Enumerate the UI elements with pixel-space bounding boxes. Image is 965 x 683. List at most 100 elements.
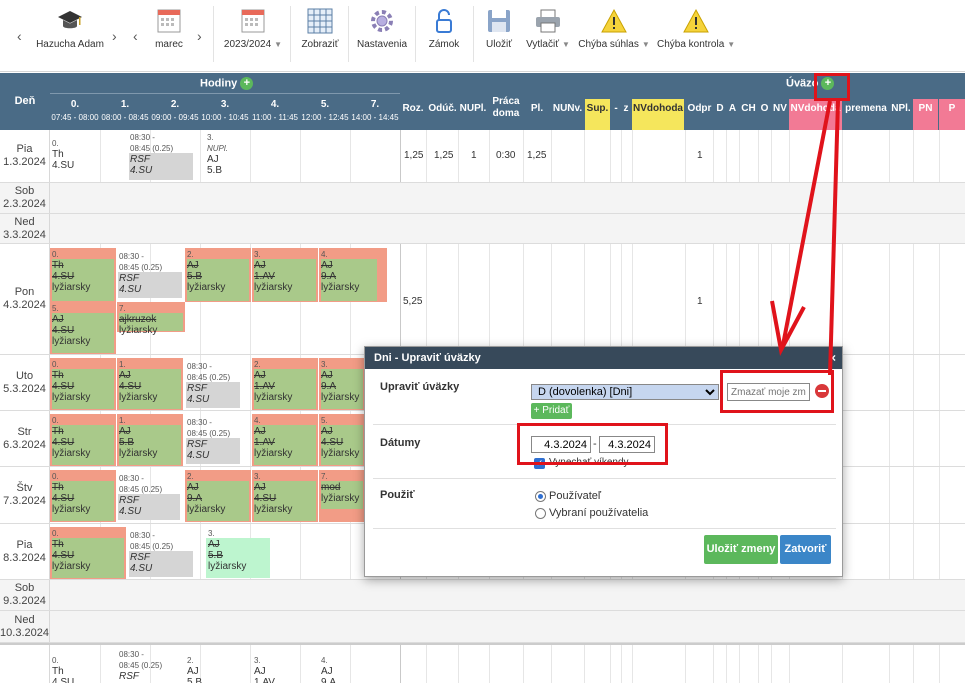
header-col-o: O (760, 103, 769, 114)
table-row[interactable]: Pia 1.3.2024 0. Th 4.SU 08:30 -08:45 (0.25)… (0, 130, 965, 183)
lesson-cell[interactable]: 7. mod lyžiarsky (321, 471, 359, 504)
toolbar-separator (415, 6, 416, 62)
lesson-cell[interactable]: 0. Th 4.SU lyžiarsky (52, 528, 90, 572)
lesson-cell[interactable]: 3. AJ 5.B lyžiarsky (208, 528, 246, 572)
show-button[interactable]: Zobraziť (298, 8, 342, 50)
annotation-box (517, 423, 668, 465)
lesson-cell[interactable]: 1. AJ 4.SU lyžiarsky (119, 359, 157, 403)
close-icon[interactable]: × (829, 347, 836, 369)
day-cell: Str 6.3.2024 (0, 411, 50, 466)
day-cell: Pia 8.3.2024 (0, 524, 50, 579)
value-praca: 0:30 (496, 150, 516, 161)
lesson-cell[interactable]: 2. AJ 5.B lyžiarsky (187, 249, 225, 293)
save-changes-button[interactable]: Uložiť zmeny (704, 535, 778, 564)
lock-button[interactable]: Zámok (424, 8, 464, 50)
missing-control-label: Chýba kontrola (657, 39, 725, 50)
missing-control-button[interactable]: Chýba kontrola ▼ (657, 8, 735, 50)
lesson-cell[interactable]: 3. AJ 4.SU lyžiarsky (254, 471, 292, 515)
rsf-cell[interactable]: 08:30 -08:45 (0.25) RSF 4.SU (119, 473, 162, 517)
next-teacher-arrow[interactable]: › (112, 28, 117, 44)
header-col-nupl: NUPl. (459, 103, 487, 114)
header-lesson-0: 0. 07:45 - 08:00 (51, 99, 99, 122)
table-row[interactable]: 0. Th 4.SU 08:30 -08:45 (0.25) RSF 2. AJ 5.B … (0, 643, 965, 683)
lesson-cell[interactable]: 0. Th 4.SU (52, 138, 74, 171)
print-button[interactable]: Vytlačiť ▼ (525, 8, 571, 50)
radio-dot (535, 507, 546, 519)
rsf-cell[interactable]: 08:30 -08:45 (0.25) RSF (119, 649, 162, 682)
toolbar-separator (473, 6, 474, 62)
year-selector[interactable]: 2023/2024 ▼ (222, 8, 284, 50)
add-hour-plus-icon[interactable]: + (240, 77, 254, 90)
missing-consent-label: Chýba súhlas (578, 39, 639, 50)
uvazok-type-select[interactable]: D (dovolenka) [Dni] (531, 384, 719, 400)
teacher-name: Hazucha Adam (36, 39, 104, 50)
lesson-cell[interactable]: 7. ajkruzok lyžiarsky (119, 303, 157, 336)
header-col-nv: NV (773, 103, 787, 114)
lesson-cell[interactable]: 2. AJ 5.B (187, 655, 202, 683)
lesson-cell[interactable]: 2. AJ 1.AV lyžiarsky (254, 359, 292, 403)
lesson-cell[interactable]: 3. AJ 1.AV lyžiarsky (254, 249, 292, 293)
calendar-icon (241, 9, 265, 33)
day-cell: Ned 10.3.2024 (0, 611, 50, 642)
next-month-arrow[interactable]: › (197, 28, 202, 44)
missing-consent-button[interactable]: Chýba súhlas ▼ (578, 8, 650, 50)
lesson-cell[interactable]: 3. NUPl. AJ 5.B (207, 132, 228, 176)
value-roz: 1,25 (404, 150, 424, 161)
table-row[interactable]: Pon 4.3.2024 0. Th 4.SU lyžiarsky 08:30 -08:… (0, 244, 965, 355)
warning-icon (683, 8, 709, 33)
rsf-cell[interactable]: 08:30 -08:45 (0.25) RSF 4.SU (119, 251, 162, 295)
floppy-disk-icon (488, 10, 510, 32)
header-col-a: A (728, 103, 737, 114)
header-lesson-2: 2. 09:00 - 09:45 (151, 99, 199, 122)
rsf-cell[interactable]: 08:30 -08:45 (0.25) RSF 4.SU (130, 530, 173, 574)
lesson-cell[interactable]: 1. AJ 5.B lyžiarsky (119, 415, 157, 459)
lesson-cell[interactable]: 2. AJ 9.A lyžiarsky (187, 471, 225, 515)
table-row[interactable]: Ned 3.3.2024 (0, 214, 965, 244)
radio-user[interactable]: Používateľ (535, 490, 601, 502)
rsf-cell[interactable]: 08:30 -08:45 (0.25) RSF 4.SU (130, 132, 173, 176)
value-odpr: 1 (697, 150, 703, 161)
table-row[interactable]: Sob 2.3.2024 (0, 183, 965, 214)
lesson-cell[interactable]: 4. AJ 1.AV lyžiarsky (254, 415, 292, 459)
day-cell: Ned 3.3.2024 (0, 214, 50, 243)
lock-label: Zámok (428, 39, 460, 50)
lesson-cell[interactable]: 0. Th 4.SU (52, 655, 74, 683)
header-col-odpr: Odpr (687, 103, 712, 114)
teacher-selector[interactable]: Hazucha Adam (36, 8, 104, 50)
dialog-row-use: Použiť Používateľ Vybraní používatelia (373, 478, 836, 528)
settings-button[interactable]: Nastavenia (355, 8, 409, 50)
graduation-cap-icon (58, 11, 82, 29)
lesson-cell[interactable]: 3. AJ 1.AV (254, 655, 275, 683)
lesson-cell[interactable]: 0. Th 4.SU lyžiarsky (52, 471, 90, 515)
lesson-cell[interactable]: 4. AJ 9.A (321, 655, 336, 683)
gear-icon (371, 10, 393, 32)
close-button[interactable]: Zatvoriť (780, 535, 831, 564)
prev-month-arrow[interactable]: ‹ (133, 28, 138, 44)
day-cell: Sob 2.3.2024 (0, 183, 50, 213)
lesson-cell[interactable]: 0. Th 4.SU lyžiarsky (52, 249, 90, 293)
day-cell: Štv 7.3.2024 (0, 467, 50, 523)
table-row[interactable]: Sob 9.3.2024 (0, 580, 965, 611)
lesson-cell[interactable]: 0. Th 4.SU lyžiarsky (52, 415, 90, 459)
app-root: ‹ Hazucha Adam › ‹ marec › 2023/2024 ▼ Zo… (0, 0, 965, 683)
save-button[interactable]: Uložiť (482, 8, 516, 50)
lesson-cell[interactable]: 5. AJ 4.SU lyžiarsky (321, 415, 359, 459)
prev-teacher-arrow[interactable]: ‹ (17, 28, 22, 44)
month-selector[interactable]: marec (148, 8, 190, 50)
lesson-cell[interactable]: 4. AJ 9.A lyžiarsky (321, 249, 359, 293)
add-button[interactable]: + Pridať (531, 403, 572, 419)
lesson-cell[interactable]: 0. Th 4.SU lyžiarsky (52, 359, 90, 403)
radio-selected-users[interactable]: Vybraní používatelia (535, 507, 648, 519)
lesson-cell[interactable]: 3. AJ 9.A lyžiarsky (321, 359, 359, 403)
dialog-footer: Uložiť zmeny Zatvoriť (373, 528, 836, 576)
rsf-cell[interactable]: 08:30 -08:45 (0.25) RSF 4.SU (187, 361, 230, 405)
dialog-title: Dni - Upraviť úväzky (365, 347, 842, 369)
header-col-roz: Roz. (402, 103, 424, 114)
table-row[interactable]: Ned 10.3.2024 (0, 611, 965, 643)
lesson-cell[interactable]: 5. AJ 4.SU lyžiarsky (52, 303, 90, 347)
rsf-cell[interactable]: 08:30 -08:45 (0.25) RSF 4.SU (187, 417, 230, 461)
header-lesson-4: 4. 11:00 - 11:45 (252, 99, 298, 122)
value-roz: 5,25 (403, 296, 423, 307)
header-col-pn: PN (918, 103, 933, 114)
header-col-nvdohoda-2: NVdohoda (790, 103, 841, 114)
